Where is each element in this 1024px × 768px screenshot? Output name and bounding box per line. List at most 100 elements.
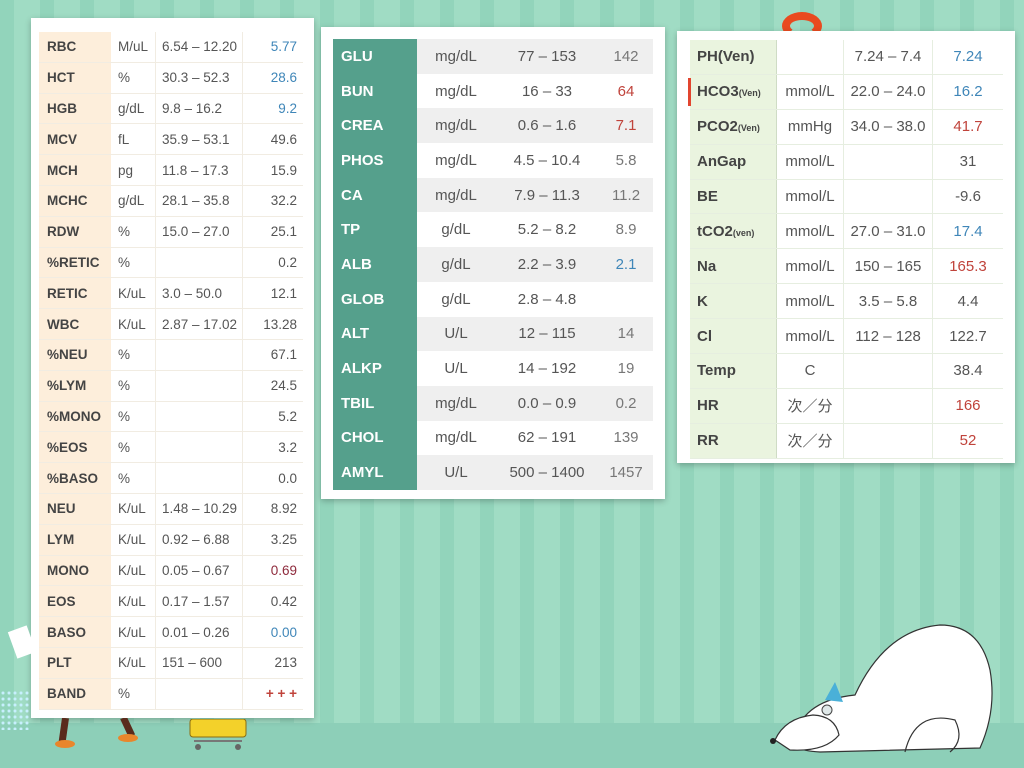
test-value: 0.42 — [242, 585, 303, 618]
reference-range: 16 – 33 — [521, 82, 573, 100]
reference-range — [843, 353, 933, 389]
test-unit: U/L — [417, 455, 495, 490]
test-unit: mmol/L — [776, 248, 844, 285]
test-value: 15.9 — [242, 154, 303, 186]
cbc-row-neu: NEU K/uL 1.48 – 10.29 8.92 — [39, 493, 303, 525]
test-name: %BASO — [39, 462, 111, 494]
test-value: 3.25 — [242, 524, 303, 556]
reference-range: 62 – 191 — [517, 429, 577, 447]
test-value: 5.8 — [615, 151, 637, 169]
reference-range — [155, 401, 243, 433]
test-value: -9.6 — [932, 179, 1003, 215]
test-name-text: AMYL — [341, 464, 384, 482]
test-name: ALKP — [333, 351, 417, 386]
test-unit: U/L — [417, 316, 495, 352]
cbc-row-hct: HCT% 30.3 – 52.3 28.6 — [39, 62, 303, 94]
test-unit: g/dL — [417, 247, 495, 282]
test-unit: g/dL — [111, 93, 156, 125]
chem-row-alkp: ALKP U/L 14 – 192 19 — [333, 351, 653, 386]
test-unit: mmol/L — [776, 144, 844, 180]
test-unit: % — [111, 247, 156, 279]
test-name-text: CHOL — [341, 429, 384, 447]
reference-range: 2.87 – 17.02 — [155, 308, 243, 340]
test-name: BASO — [39, 616, 111, 648]
test-name: HGB — [39, 93, 111, 125]
test-name: HR — [690, 388, 777, 424]
test-name-text: WBC — [47, 316, 80, 332]
test-value: 139 — [613, 429, 639, 447]
test-name: CA — [333, 177, 417, 213]
gas-row-k: Kmmol/L 3.5 – 5.8 4.4 — [690, 283, 1003, 320]
cbc-row--retic: %RETIC% 0.2 — [39, 247, 303, 279]
test-unit: 次／分 — [776, 388, 844, 424]
test-value: 12.1 — [242, 277, 303, 310]
cbc-row--neu: %NEU% 67.1 — [39, 339, 303, 371]
test-unit: mmol/L — [776, 213, 844, 250]
test-name-text: Na — [697, 257, 717, 275]
test-name-text: HGB — [47, 100, 77, 116]
test-name: GLOB — [333, 281, 417, 317]
test-name: %MONO — [39, 401, 111, 433]
reference-range — [155, 431, 243, 464]
test-name: LYM — [39, 524, 111, 556]
test-value: 0.00 — [242, 616, 303, 648]
test-unit: K/uL — [111, 277, 156, 310]
reference-range: 9.8 – 16.2 — [155, 93, 243, 125]
reference-range: 7.24 – 7.4 — [843, 40, 933, 75]
test-name-text: AnGap — [697, 153, 747, 171]
reference-range: 0.92 – 6.88 — [155, 524, 243, 556]
test-name-text: RETIC — [47, 285, 88, 301]
test-name: HCT — [39, 62, 111, 94]
test-value: 166 — [932, 388, 1003, 424]
test-name-text: HR — [697, 397, 719, 415]
test-value: 5.2 — [242, 401, 303, 433]
test-name-text: MCH — [47, 162, 78, 178]
reference-range: 2.2 – 3.9 — [495, 247, 599, 282]
test-name-text: %MONO — [47, 408, 101, 424]
test-name: MCV — [39, 123, 111, 156]
gas-row-be: BE mmol/L -9.6 — [690, 179, 1003, 215]
test-value: + + + — [242, 678, 303, 710]
test-name: CHOL — [333, 420, 417, 456]
test-name: PH(Ven) — [690, 40, 777, 75]
test-unit: g/dL — [441, 290, 471, 308]
test-value: 52 — [932, 423, 1003, 459]
test-name-text: %RETIC — [47, 254, 100, 270]
test-unit: % — [111, 370, 156, 402]
test-unit: mmol/L — [776, 179, 844, 215]
test-name-text: MCV — [47, 131, 77, 147]
test-name: PHOS — [333, 143, 417, 178]
reference-range: 22.0 – 24.0 — [843, 74, 933, 110]
test-unit: K/uL — [111, 647, 156, 679]
test-name-text: Cl — [697, 327, 712, 345]
test-name: WBC — [39, 308, 111, 340]
test-value: 8.92 — [242, 493, 303, 525]
test-name-text: CA — [341, 186, 363, 204]
test-unit: K/uL — [111, 308, 156, 340]
gas-row-angap: AnGap mmol/L 31 — [690, 144, 1003, 180]
test-unit: mmHg — [776, 109, 844, 145]
reference-range: 1.48 – 10.29 — [155, 493, 243, 525]
test-name-text: PH(Ven) — [697, 48, 755, 66]
cbc-row-retic: RETIC K/uL 3.0 – 50.0 12.1 — [39, 277, 303, 310]
test-name: RR — [690, 423, 777, 459]
test-unit: mg/dL — [435, 151, 477, 169]
test-value — [599, 282, 653, 317]
reference-range: 0.01 – 0.26 — [155, 616, 243, 648]
cbc-row-baso: BASO K/uL 0.01 – 0.26 0.00 — [39, 616, 303, 648]
test-unit: mg/dL — [417, 108, 495, 144]
cbc-row-mcv: MCV fL 35.9 – 53.1 49.6 — [39, 123, 303, 156]
cbc-results-panel: RBC M/uL 6.54 – 12.20 5.77 HCT% 30.3 – 52.3 28… — [31, 18, 314, 718]
gas-row-hco3: HCO3(Ven) mmol/L 22.0 – 24.0 16.2 — [690, 74, 1003, 110]
chem-row-crea: CREA mg/dL 0.6 – 1.6 7.1 — [333, 108, 653, 144]
test-value: 2.1 — [599, 247, 653, 282]
test-name-subscript: (ven) — [732, 227, 755, 238]
test-name-text: PLT — [47, 655, 72, 671]
test-value: 28.6 — [242, 62, 303, 94]
test-unit: K/uL — [111, 524, 156, 556]
test-name-text: GLU — [341, 47, 373, 65]
test-value: 7.24 — [932, 40, 1003, 75]
test-name: RDW — [39, 216, 111, 248]
reference-range — [843, 388, 933, 424]
test-name: RBC — [39, 32, 111, 63]
